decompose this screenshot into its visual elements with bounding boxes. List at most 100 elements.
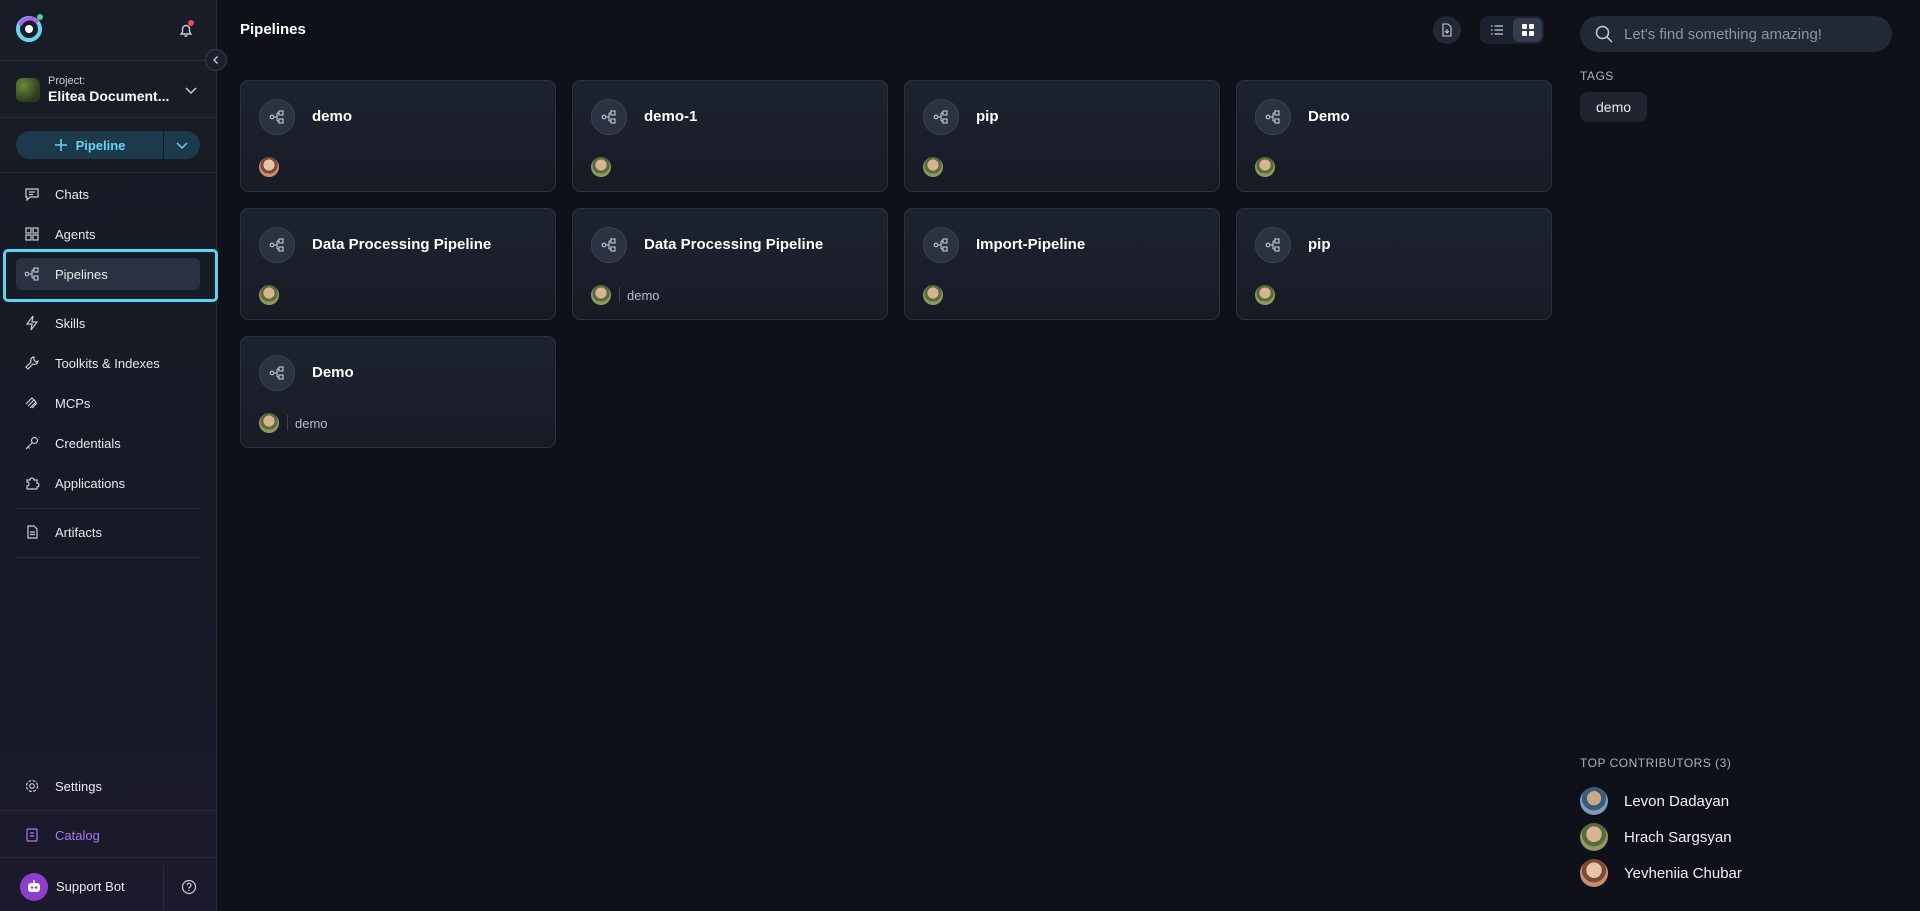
pipeline-card[interactable]: Demo: [1236, 80, 1552, 192]
key-icon: [24, 435, 40, 451]
puzzle-icon: [24, 475, 40, 491]
sidebar-item-label: Agents: [55, 226, 96, 242]
divider: [619, 287, 620, 303]
sidebar-item-label: Catalog: [55, 827, 100, 843]
sidebar-item-label: Artifacts: [55, 524, 102, 540]
sidebar-item-skills[interactable]: Skills: [16, 307, 200, 339]
divider: [0, 172, 217, 173]
chat-icon: [24, 186, 40, 202]
sidebar-item-artifacts[interactable]: Artifacts: [16, 516, 200, 548]
contributor-name: Hrach Sargsyan: [1624, 828, 1732, 846]
pipeline-card[interactable]: demo: [240, 80, 556, 192]
gear-icon: [24, 778, 40, 794]
chevron-down-icon: [176, 142, 188, 150]
list-view-button[interactable]: [1482, 18, 1511, 42]
sidebar-item-mcps[interactable]: MCPs: [16, 387, 200, 419]
create-dropdown-button[interactable]: [164, 131, 200, 159]
search-icon: [1595, 25, 1613, 43]
project-selector[interactable]: Project: Elitea Document...: [16, 75, 206, 105]
pipeline-icon: [259, 99, 295, 135]
sidebar-item-label: Applications: [55, 475, 126, 491]
author-avatar: [591, 285, 611, 305]
card-tag[interactable]: demo: [295, 416, 328, 431]
author-avatar: [591, 157, 611, 177]
grid-icon: [1521, 24, 1534, 36]
project-name: Elitea Document...: [48, 88, 170, 104]
card-tag[interactable]: demo: [627, 288, 660, 303]
divider: [163, 865, 164, 911]
pipeline-card[interactable]: Demo demo: [240, 336, 556, 448]
grid-icon: [24, 226, 40, 242]
divider: [16, 557, 200, 558]
help-icon[interactable]: [181, 879, 197, 895]
sidebar: Project: Elitea Document... Pipeline Cha…: [0, 0, 218, 911]
selection-highlight: [3, 249, 218, 302]
sidebar-item-chats[interactable]: Chats: [16, 178, 200, 210]
create-pipeline-button[interactable]: Pipeline: [16, 131, 164, 159]
search-input[interactable]: [1624, 25, 1874, 43]
contributors-title: TOP CONTRIBUTORS (3): [1580, 756, 1732, 770]
catalog-icon: [24, 827, 40, 843]
plus-icon: [54, 139, 67, 151]
card-title: Data Processing Pipeline: [312, 236, 492, 253]
support-bot: Support Bot: [0, 865, 217, 911]
create-pipeline-split-button: Pipeline: [16, 131, 200, 159]
support-bot-icon[interactable]: [20, 873, 48, 901]
card-title: pip: [1308, 236, 1331, 253]
sidebar-item-agents[interactable]: Agents: [16, 218, 200, 250]
mcp-icon: [24, 395, 40, 411]
sidebar-item-label: Skills: [55, 315, 86, 331]
sidebar-item-applications[interactable]: Applications: [16, 467, 200, 499]
card-title: demo: [312, 108, 353, 125]
contributor-item[interactable]: Hrach Sargsyan: [1580, 823, 1732, 851]
sidebar-item-label: MCPs: [55, 395, 91, 411]
search-bar: [1580, 16, 1892, 52]
pipeline-card[interactable]: pip: [904, 80, 1220, 192]
divider: [0, 857, 217, 858]
pipeline-card[interactable]: Data Processing Pipeline demo: [572, 208, 888, 320]
project-label: Project:: [48, 75, 86, 87]
create-button-label: Pipeline: [75, 137, 126, 153]
pipeline-icon: [591, 99, 627, 135]
pipeline-icon: [923, 99, 959, 135]
avatar: [1580, 859, 1608, 887]
sidebar-item-settings[interactable]: Settings: [16, 770, 200, 802]
export-button[interactable]: [1433, 16, 1461, 44]
author-avatar: [1255, 285, 1275, 305]
divider: [0, 810, 217, 811]
pipeline-icon: [591, 227, 627, 263]
page-title: Pipelines: [240, 21, 306, 38]
file-icon: [24, 524, 40, 540]
sidebar-item-catalog[interactable]: Catalog: [16, 819, 200, 851]
contributor-item[interactable]: Levon Dadayan: [1580, 787, 1729, 815]
pipeline-card[interactable]: Import-Pipeline: [904, 208, 1220, 320]
tags-title: TAGS: [1580, 69, 1614, 83]
author-avatar: [259, 413, 279, 433]
sidebar-item-credentials[interactable]: Credentials: [16, 427, 200, 459]
divider: [0, 117, 217, 118]
sidebar-item-label: Settings: [55, 778, 102, 794]
sidebar-item-label: Chats: [55, 186, 89, 202]
sidebar-item-toolkits[interactable]: Toolkits & Indexes: [16, 347, 200, 379]
card-title: demo-1: [644, 108, 698, 125]
pipeline-icon: [923, 227, 959, 263]
author-avatar: [1255, 157, 1275, 177]
grid-view-button[interactable]: [1513, 18, 1542, 42]
contributor-item[interactable]: Yevheniia Chubar: [1580, 859, 1742, 887]
divider: [0, 60, 217, 61]
collapse-sidebar-button[interactable]: [205, 49, 227, 71]
tag-chip[interactable]: demo: [1580, 92, 1648, 122]
pipeline-card[interactable]: pip: [1236, 208, 1552, 320]
pipeline-icon: [1255, 99, 1291, 135]
file-export-icon: [1442, 23, 1452, 37]
card-title: Demo: [1308, 108, 1350, 125]
card-title: pip: [976, 108, 999, 125]
notifications-bell-icon[interactable]: [176, 20, 196, 40]
list-icon: [1490, 25, 1503, 35]
author-avatar: [923, 157, 943, 177]
pipeline-card[interactable]: demo-1: [572, 80, 888, 192]
support-bot-label[interactable]: Support Bot: [56, 879, 125, 894]
app-logo[interactable]: [14, 13, 44, 43]
author-avatar: [259, 285, 279, 305]
pipeline-card[interactable]: Data Processing Pipeline: [240, 208, 556, 320]
